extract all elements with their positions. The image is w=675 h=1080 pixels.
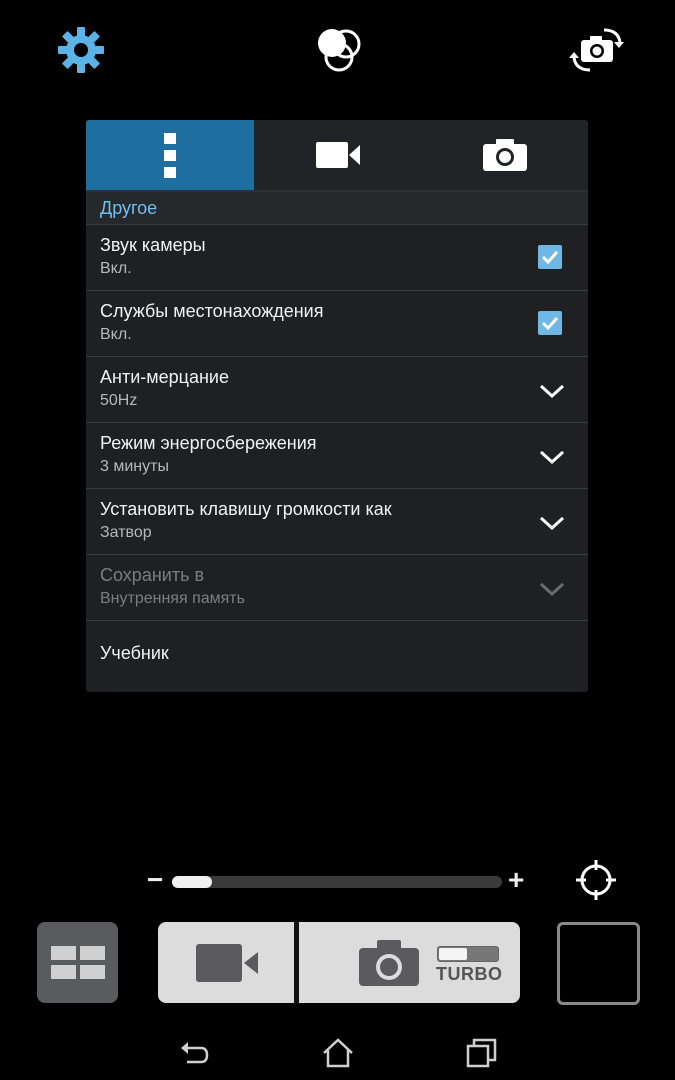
gear-icon xyxy=(58,27,104,73)
video-camera-icon xyxy=(196,944,258,982)
setting-title: Сохранить в xyxy=(100,565,205,585)
setting-volume-key[interactable]: Установить клавишу громкости как Затвор xyxy=(86,489,588,555)
home-icon xyxy=(323,1038,353,1068)
anti-flicker-dropdown[interactable] xyxy=(538,377,566,405)
video-camera-icon xyxy=(315,142,360,168)
setting-title: Службы местонахождения xyxy=(100,301,324,321)
camera-sound-checkbox[interactable] xyxy=(538,245,566,273)
chevron-down-icon xyxy=(539,516,565,531)
take-photo-button[interactable] xyxy=(299,922,520,1003)
location-services-checkbox[interactable] xyxy=(538,311,566,339)
checkmark-icon xyxy=(541,250,559,264)
zoom-in-button[interactable]: + xyxy=(508,864,524,896)
photo-camera-icon xyxy=(359,940,419,986)
setting-value: Вкл. xyxy=(100,260,132,277)
chevron-down-icon xyxy=(539,384,565,399)
volume-key-dropdown[interactable] xyxy=(538,509,566,537)
color-effects-icon xyxy=(318,29,361,72)
zoom-out-button[interactable]: − xyxy=(147,864,163,896)
settings-panel: Другое Звук камеры Вкл. Службы местонахо… xyxy=(86,120,588,692)
gallery-thumbnail[interactable] xyxy=(557,922,640,1005)
setting-value: Внутренняя память xyxy=(100,590,245,607)
setting-camera-sound[interactable]: Звук камеры Вкл. xyxy=(86,225,588,291)
turbo-label: TURBO xyxy=(436,964,503,984)
setting-anti-flicker[interactable]: Анти-мерцание 50Hz xyxy=(86,357,588,423)
setting-title: Звук камеры xyxy=(100,235,206,255)
setting-value: 50Hz xyxy=(100,392,138,409)
setting-value: Вкл. xyxy=(100,326,132,343)
turbo-toggle[interactable] xyxy=(437,946,499,962)
power-saving-dropdown[interactable] xyxy=(538,443,566,471)
chevron-down-icon xyxy=(539,450,565,465)
setting-title: Установить клавишу громкости как xyxy=(100,499,392,519)
recent-apps-icon xyxy=(466,1038,497,1068)
settings-tabs xyxy=(86,120,588,192)
settings-button[interactable] xyxy=(55,24,107,76)
tab-other-settings[interactable] xyxy=(86,120,254,190)
turbo-toggle-knob xyxy=(439,948,467,960)
setting-value: 3 минуты xyxy=(100,458,169,475)
setting-value: Затвор xyxy=(100,524,152,541)
setting-title: Режим энергосбережения xyxy=(100,433,317,453)
record-video-button[interactable] xyxy=(158,922,294,1003)
zoom-slider[interactable] xyxy=(172,876,502,888)
home-button[interactable] xyxy=(321,1036,355,1070)
back-button[interactable] xyxy=(177,1036,211,1070)
setting-title: Анти-мерцание xyxy=(100,367,229,387)
save-to-dropdown xyxy=(538,575,566,603)
tab-photo-settings[interactable] xyxy=(421,120,588,190)
more-vertical-icon xyxy=(164,133,176,178)
checkmark-icon xyxy=(541,316,559,330)
crosshair-icon xyxy=(576,860,616,900)
focus-button[interactable] xyxy=(576,860,616,900)
recent-apps-button[interactable] xyxy=(465,1036,499,1070)
chevron-down-icon xyxy=(539,582,565,597)
setting-save-to: Сохранить в Внутренняя память xyxy=(86,555,588,621)
switch-camera-button[interactable] xyxy=(568,24,626,76)
color-effects-button[interactable] xyxy=(312,24,364,76)
back-icon xyxy=(181,1042,209,1064)
setting-power-saving[interactable]: Режим энергосбережения 3 минуты xyxy=(86,423,588,489)
setting-location-services[interactable]: Службы местонахождения Вкл. xyxy=(86,291,588,357)
photo-camera-icon xyxy=(482,139,527,171)
section-header-other: Другое xyxy=(86,192,588,225)
capture-controls: TURBO xyxy=(158,922,520,1003)
setting-title: Учебник xyxy=(100,643,169,663)
tab-video-settings[interactable] xyxy=(254,120,421,190)
zoom-slider-handle[interactable] xyxy=(172,876,212,888)
setting-tutorial[interactable]: Учебник xyxy=(86,621,588,687)
grid-mode-icon xyxy=(51,946,105,979)
camera-mode-button[interactable] xyxy=(37,922,118,1003)
switch-camera-icon xyxy=(569,28,624,72)
